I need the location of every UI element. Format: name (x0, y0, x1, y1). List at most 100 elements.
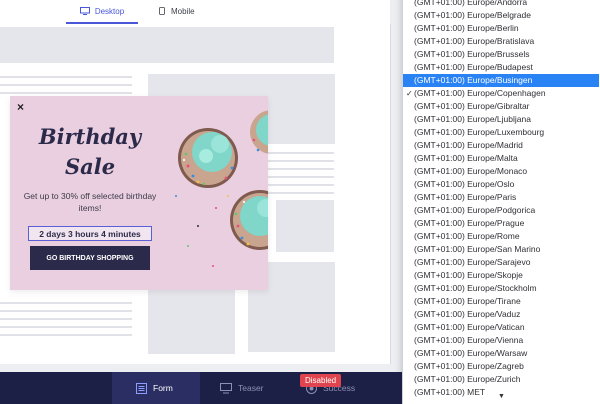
timezone-option[interactable]: (GMT+01:00) Europe/San Marino (403, 243, 599, 256)
timezone-option[interactable]: (GMT+01:00) Europe/Brussels (403, 48, 599, 61)
placeholder-line (268, 184, 334, 186)
timezone-option-label: (GMT+01:00) Europe/Paris (414, 192, 517, 202)
tab-form-label: Form (153, 383, 173, 393)
go-shopping-button[interactable]: GO BIRTHDAY SHOPPING (30, 246, 150, 270)
timezone-option-label: (GMT+01:00) Europe/Copenhagen (414, 88, 546, 98)
popup-title-line1: Birthday (38, 124, 142, 149)
countdown-timer: 2 days 3 hours 4 minutes (28, 226, 152, 241)
tab-teaser[interactable]: Teaser (220, 372, 264, 404)
desktop-icon (79, 7, 90, 15)
timezone-option-label: (GMT+01:00) Europe/Zurich (414, 374, 521, 384)
timezone-option[interactable]: (GMT+01:00) Europe/Busingen (403, 74, 599, 87)
timezone-option-label: (GMT+01:00) Europe/Malta (414, 153, 518, 163)
tab-desktop-label: Desktop (94, 6, 125, 16)
timezone-option[interactable]: (GMT+01:00) Europe/Paris (403, 191, 599, 204)
editor-preview: Desktop Mobile × Birthday Sale Get up to… (0, 0, 400, 372)
placeholder-line (0, 92, 132, 94)
timezone-option-label: (GMT+01:00) Europe/Vaduz (414, 309, 521, 319)
timezone-option-label: (GMT+01:00) Europe/San Marino (414, 244, 541, 254)
tab-desktop[interactable]: Desktop (66, 0, 138, 24)
timezone-option[interactable]: (GMT+01:00) Europe/Malta (403, 152, 599, 165)
cupcakes-image (175, 110, 268, 267)
timezone-option[interactable]: (GMT+01:00) Europe/Stockholm (403, 282, 599, 295)
disabled-badge: Disabled (300, 374, 342, 387)
placeholder-line (268, 168, 334, 170)
timezone-option[interactable]: (GMT+01:00) Europe/Berlin (403, 22, 599, 35)
tab-teaser-label: Teaser (238, 383, 264, 393)
mobile-icon (159, 6, 165, 15)
popup-title: Birthday Sale (20, 122, 160, 182)
timezone-option[interactable]: (GMT+01:00) Europe/Ljubljana (403, 113, 599, 126)
timezone-option[interactable]: (GMT+01:00) Europe/Prague (403, 217, 599, 230)
timezone-option[interactable]: (GMT+01:00) Europe/Rome (403, 230, 599, 243)
timezone-option[interactable]: (GMT+01:00) Europe/Budapest (403, 61, 599, 74)
timezone-option-label: (GMT+01:00) Europe/Luxembourg (414, 127, 545, 137)
timezone-option-label: (GMT+01:00) Europe/Berlin (414, 23, 519, 33)
timezone-option[interactable]: (GMT+01:00) Europe/Monaco (403, 165, 599, 178)
timezone-option-label: (GMT+01:00) Europe/Bratislava (414, 36, 535, 46)
timezone-option-label: (GMT+01:00) Europe/Belgrade (414, 10, 531, 20)
timezone-option-label: (GMT+01:00) Europe/Budapest (414, 62, 533, 72)
close-icon[interactable]: × (17, 100, 24, 114)
placeholder-line (0, 84, 132, 86)
timezone-option[interactable]: (GMT+01:00) Europe/Luxembourg (403, 126, 599, 139)
placeholder-line (0, 76, 132, 78)
placeholder-line (0, 334, 132, 336)
timezone-dropdown-list[interactable]: ▼ (GMT+01:00) Europe/Andorra (GMT+01:00) … (402, 0, 600, 404)
placeholder-line (0, 302, 132, 304)
popup-subtitle: Get up to 30% off selected birthday item… (23, 191, 157, 213)
timezone-option-label: (GMT+01:00) Europe/Tirane (414, 296, 521, 306)
timezone-option[interactable]: (GMT+01:00) Europe/Vatican (403, 321, 599, 334)
timezone-option[interactable]: (GMT+01:00) Europe/Bratislava (403, 35, 599, 48)
device-tabs: Desktop Mobile (0, 0, 390, 25)
timezone-option[interactable]: (GMT+01:00) Europe/Vaduz (403, 308, 599, 321)
timezone-option-label: (GMT+01:00) Europe/Monaco (414, 166, 528, 176)
timezone-option[interactable]: (GMT+01:00) Europe/Vienna (403, 334, 599, 347)
timezone-option-label: (GMT+01:00) Europe/Ljubljana (414, 114, 531, 124)
tab-mobile-label: Mobile (171, 6, 195, 16)
timezone-option-label: (GMT+01:00) Europe/Vienna (414, 335, 524, 345)
timezone-option-label: (GMT+01:00) Europe/Warsaw (414, 348, 528, 358)
bottom-step-bar: Form Teaser Success (0, 372, 402, 404)
popup-title-line2: Sale (64, 154, 116, 179)
tab-mobile[interactable]: Mobile (158, 0, 195, 22)
timezone-option[interactable]: (GMT+01:00) Europe/Zagreb (403, 360, 599, 373)
form-icon (136, 382, 147, 394)
timezone-option-label: (GMT+01:00) Europe/Prague (414, 218, 525, 228)
placeholder-banner (0, 27, 334, 63)
timezone-option[interactable]: (GMT+01:00) Europe/Gibraltar (403, 100, 599, 113)
timezone-option[interactable]: (GMT+01:00) Europe/Sarajevo (403, 256, 599, 269)
timezone-option-label: (GMT+01:00) Europe/Vatican (414, 322, 525, 332)
timezone-option[interactable]: (GMT+01:00) Europe/Madrid (403, 139, 599, 152)
timezone-option-label: (GMT+01:00) Europe/Oslo (414, 179, 515, 189)
placeholder-image (276, 200, 334, 252)
timezone-option-label: (GMT+01:00) Europe/Madrid (414, 140, 523, 150)
timezone-option[interactable]: ✓ (GMT+01:00) Europe/Copenhagen (403, 87, 599, 100)
timezone-option[interactable]: (GMT+01:00) Europe/Andorra (403, 0, 599, 9)
timezone-option-label: (GMT+01:00) Europe/Busingen (414, 75, 533, 85)
timezone-option-label: (GMT+01:00) Europe/Stockholm (414, 283, 537, 293)
placeholder-line (0, 326, 132, 328)
tab-form[interactable]: Form (112, 372, 200, 404)
timezone-option-label: (GMT+01:00) Europe/Andorra (414, 0, 528, 7)
timezone-option-label: (GMT+01:00) Europe/Podgorica (414, 205, 536, 215)
timezone-option-label: (GMT+01:00) Europe/Sarajevo (414, 257, 531, 267)
birthday-sale-popup[interactable]: × Birthday Sale Get up to 30% off select… (10, 96, 268, 290)
timezone-option[interactable]: (GMT+01:00) Europe/Belgrade (403, 9, 599, 22)
timezone-option[interactable]: (GMT+01:00) Europe/Oslo (403, 178, 599, 191)
placeholder-line (268, 192, 334, 194)
timezone-option[interactable]: (GMT+01:00) Europe/Podgorica (403, 204, 599, 217)
timezone-option[interactable]: (GMT+01:00) Europe/Warsaw (403, 347, 599, 360)
timezone-option[interactable]: (GMT+01:00) Europe/Skopje (403, 269, 599, 282)
timezone-option[interactable]: (GMT+01:00) Europe/Zurich (403, 373, 599, 386)
timezone-option[interactable]: (GMT+01:00) MET (403, 386, 599, 399)
timezone-option[interactable]: (GMT+01:00) Europe/Tirane (403, 295, 599, 308)
timezone-option-label: (GMT+01:00) Europe/Brussels (414, 49, 530, 59)
placeholder-line (268, 152, 334, 154)
timezone-option-label: (GMT+01:00) Europe/Zagreb (414, 361, 524, 371)
teaser-icon (220, 382, 232, 393)
check-icon: ✓ (406, 89, 413, 98)
timezone-option-label: (GMT+01:00) MET (414, 387, 486, 397)
placeholder-line (0, 318, 132, 320)
timezone-option-label: (GMT+01:00) Europe/Rome (414, 231, 520, 241)
